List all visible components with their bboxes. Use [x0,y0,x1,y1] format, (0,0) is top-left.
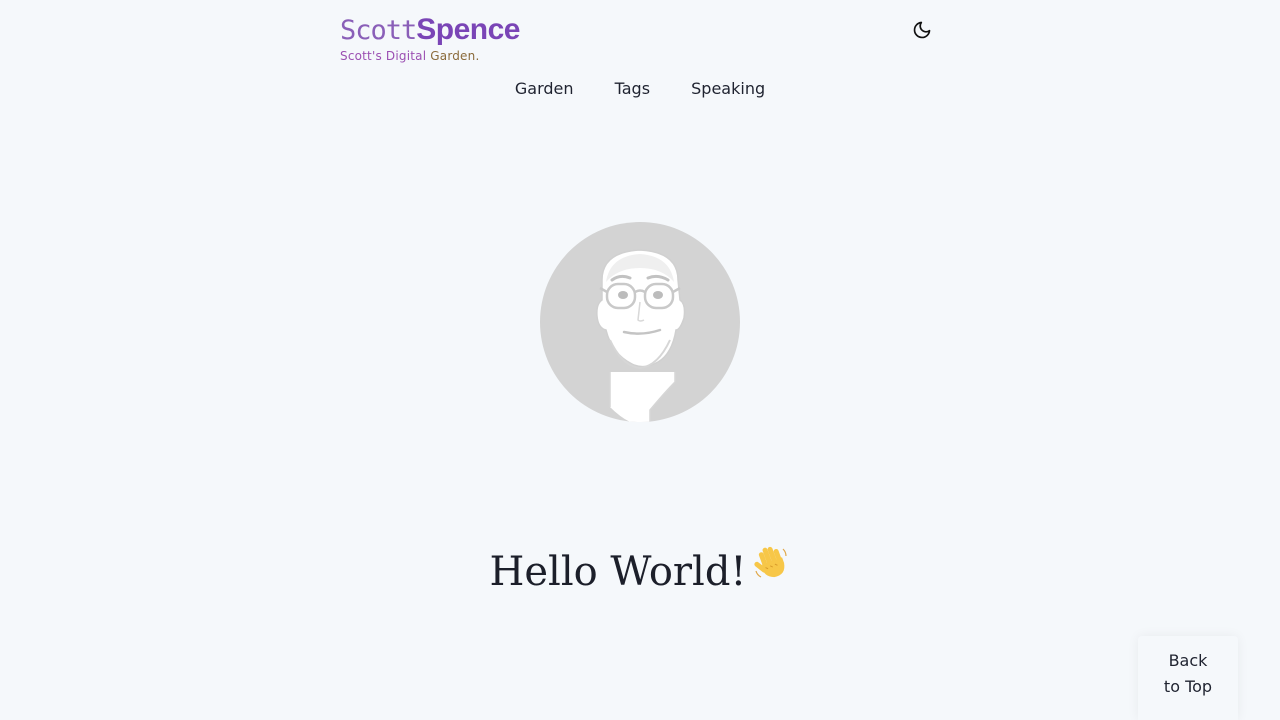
site-logo[interactable]: ScottSpence Scott's Digital Garden. [340,12,520,63]
main-nav: Garden Tags Speaking [0,78,1280,100]
nav-link-garden[interactable]: Garden [515,78,574,100]
avatar [540,222,740,422]
hero-heading-text: Hello World! [489,549,747,595]
logo-last-name: Spence [416,13,520,46]
tagline-part-1: Scott's Digital [340,49,427,63]
logo-wordmark: ScottSpence [340,12,520,48]
back-to-top-button[interactable]: Back to Top [1138,636,1238,720]
tagline-part-2: Garden [430,49,476,63]
hero-heading: Hello World! [0,540,1280,600]
site-header: ScottSpence Scott's Digital Garden. [340,12,940,63]
site-tagline: Scott's Digital Garden. [340,49,520,63]
nav-link-tags[interactable]: Tags [615,78,650,100]
back-to-top-line-1: Back [1168,651,1208,670]
tagline-period: . [475,49,480,63]
waving-hand-icon [753,540,791,578]
avatar-illustration [596,249,686,422]
back-to-top-line-2: to Top [1163,677,1213,696]
nav-link-speaking[interactable]: Speaking [691,78,765,100]
theme-toggle-button[interactable] [910,18,934,42]
logo-first-name: Scott [340,15,417,46]
moon-icon [913,21,931,39]
